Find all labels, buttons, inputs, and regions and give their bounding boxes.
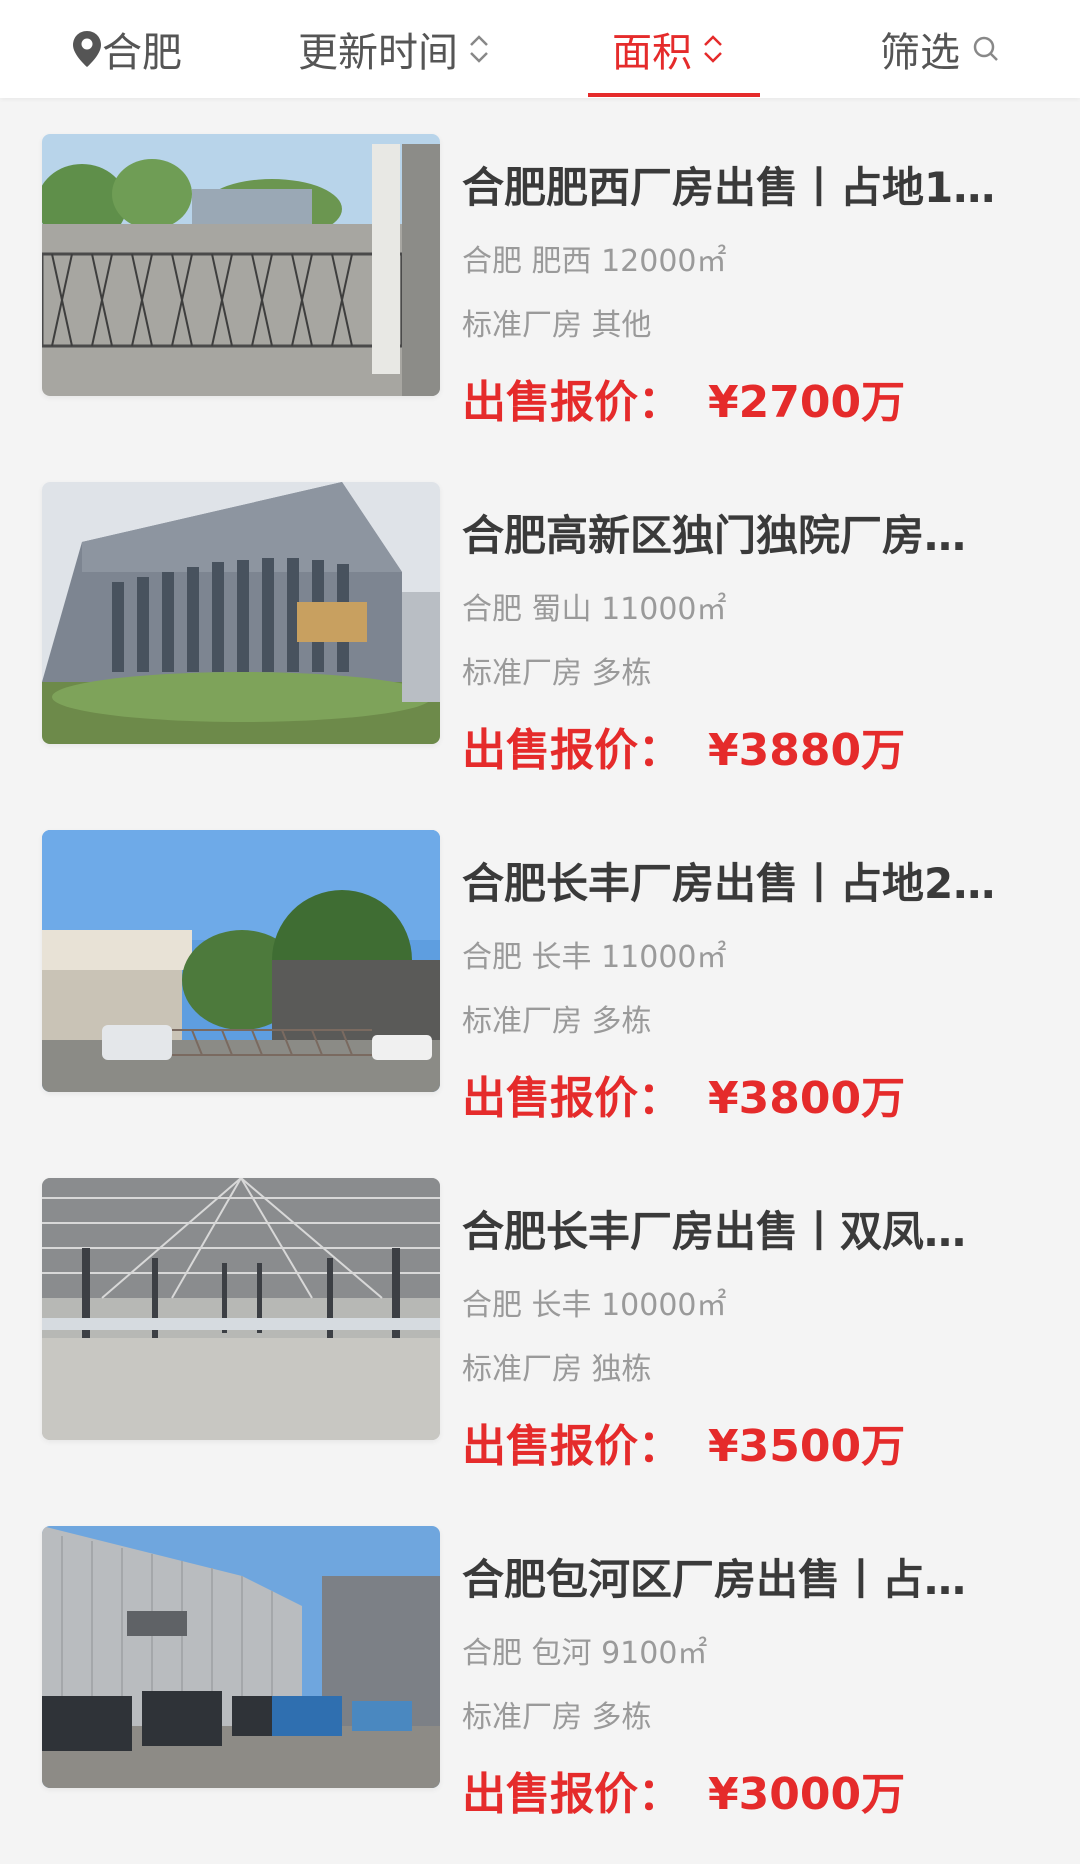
price-value: ¥2700万 <box>708 377 906 428</box>
listing-location: 合肥 长丰 10000㎡ <box>462 1288 727 1323</box>
listing-photo <box>42 1178 440 1440</box>
listing-tags: 标准厂房 独栋 <box>462 1352 652 1387</box>
listing-title: 合肥肥西厂房出售丨占地1… <box>462 163 996 212</box>
listing-title: 合肥高新区独门独院厂房… <box>462 511 967 560</box>
search-icon <box>972 35 1000 63</box>
listing-card[interactable]: 合肥高新区独门独院厂房… 合肥 蜀山 11000㎡ 标准厂房 多栋 出售报价： ¥… <box>0 464 1080 812</box>
listing-tags: 标准厂房 多栋 <box>462 1700 652 1735</box>
price-value: ¥3800万 <box>708 1073 906 1124</box>
listing-photo <box>42 830 440 1092</box>
listing-tags: 标准厂房 多栋 <box>462 656 652 691</box>
location-pin-icon <box>72 30 102 68</box>
price-label: 出售报价： <box>462 1073 682 1124</box>
sort-arrows-icon <box>468 31 490 67</box>
listing-price: 出售报价： ¥3000万 <box>462 1758 905 1822</box>
listing-price: 出售报价： ¥3500万 <box>462 1410 905 1474</box>
listing-card[interactable]: 合肥长丰厂房出售丨占地2… 合肥 长丰 11000㎡ 标准厂房 多栋 出售报价：… <box>0 812 1080 1160</box>
listing-location: 合肥 蜀山 11000㎡ <box>462 592 727 627</box>
listing-price: 出售报价： ¥3800万 <box>462 1062 905 1126</box>
listing-price: 出售报价： ¥3880万 <box>462 714 905 778</box>
price-value: ¥3000万 <box>708 1769 906 1820</box>
listing-photo <box>42 482 440 744</box>
listing-card[interactable]: 合肥包河区厂房出售丨占… 合肥 包河 9100㎡ 标准厂房 多栋 出售报价： ¥3… <box>0 1508 1080 1856</box>
listing-location: 合肥 包河 9100㎡ <box>462 1636 708 1671</box>
sort-update-time[interactable]: 更新时间 <box>298 0 490 98</box>
sort-area[interactable]: 面积 <box>612 0 724 98</box>
price-label: 出售报价： <box>462 1421 682 1472</box>
sort-arrows-icon <box>702 31 724 67</box>
listing-card[interactable]: 合肥肥西厂房出售丨占地1… 合肥 肥西 12000㎡ 标准厂房 其他 出售报价：… <box>0 116 1080 464</box>
listing-title: 合肥长丰厂房出售丨占地2… <box>462 859 996 908</box>
price-label: 出售报价： <box>462 725 682 776</box>
listing-title: 合肥长丰厂房出售丨双凤… <box>462 1207 967 1256</box>
filter-bar: 合肥 更新时间 面积 筛选 <box>0 0 1080 98</box>
listing-location: 合肥 肥西 12000㎡ <box>462 244 727 279</box>
city-selector[interactable]: 合肥 <box>72 0 182 98</box>
listing-tags: 标准厂房 其他 <box>462 308 652 343</box>
listing-price: 出售报价： ¥2700万 <box>462 366 905 430</box>
price-label: 出售报价： <box>462 1769 682 1820</box>
price-value: ¥3500万 <box>708 1421 906 1472</box>
listing-tags: 标准厂房 多栋 <box>462 1004 652 1039</box>
listing-card[interactable]: 合肥长丰厂房出售丨双凤… 合肥 长丰 10000㎡ 标准厂房 独栋 出售报价： ¥… <box>0 1160 1080 1508</box>
sort-area-label: 面积 <box>612 30 692 76</box>
price-label: 出售报价： <box>462 377 682 428</box>
sort-update-label: 更新时间 <box>298 30 458 76</box>
filter-label: 筛选 <box>880 30 960 76</box>
listing-location: 合肥 长丰 11000㎡ <box>462 940 727 975</box>
listing-photo <box>42 1526 440 1788</box>
active-tab-indicator <box>588 93 760 97</box>
listing-title: 合肥包河区厂房出售丨占… <box>462 1555 967 1604</box>
city-label: 合肥 <box>102 30 182 76</box>
listing-photo <box>42 134 440 396</box>
filter-button[interactable]: 筛选 <box>880 0 1000 98</box>
price-value: ¥3880万 <box>708 725 906 776</box>
